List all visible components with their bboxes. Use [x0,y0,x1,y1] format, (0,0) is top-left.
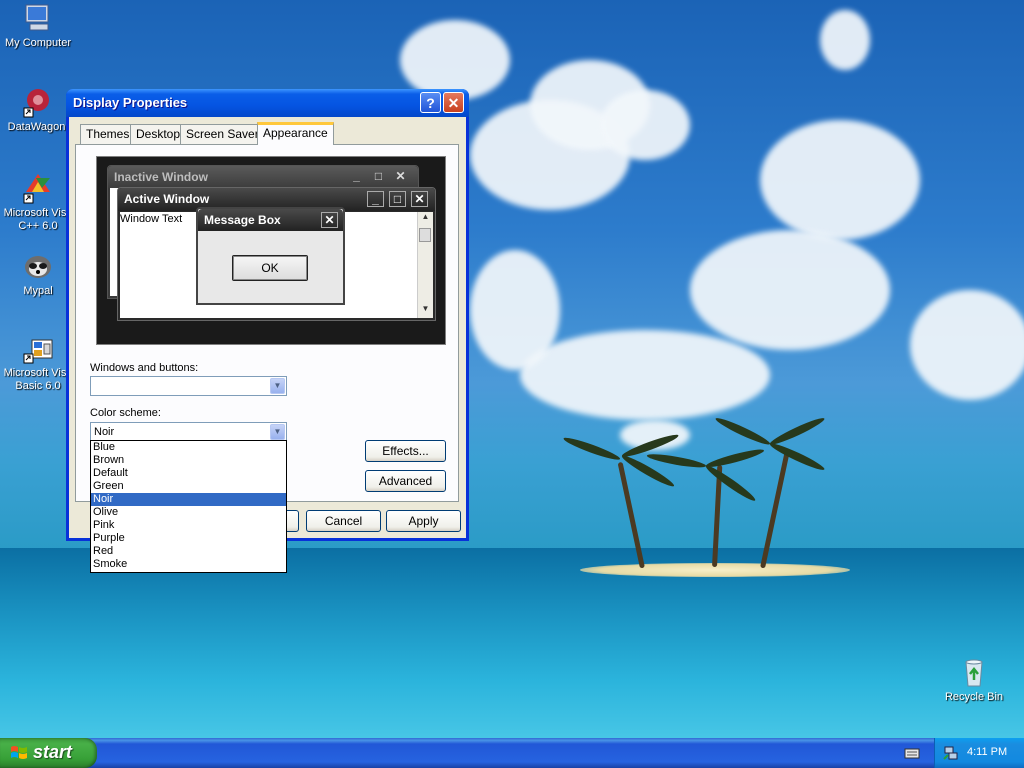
windows-buttons-label: Windows and buttons: [90,362,199,374]
recycle-bin-icon [958,656,990,688]
start-label: start [33,742,73,762]
preview-inactive-title-bar: Inactive Window _ □ ✕ [108,166,418,188]
visual-basic-icon [22,332,54,364]
color-scheme-option-noir[interactable]: Noir [91,493,286,506]
sea [0,548,1024,738]
datawagon-icon [22,86,54,118]
desktop-icon-visual-cpp[interactable]: Microsoft Visu C++ 6.0 [0,172,76,233]
taskbar: start 4:11 PM [0,738,1024,768]
advanced-button[interactable]: Advanced [365,470,446,492]
color-scheme-select[interactable]: Noir ▼ [90,422,287,442]
windows-buttons-select[interactable]: ▼ [90,376,287,396]
system-tray: 4:11 PM [934,738,1024,768]
palm-frond [704,446,765,470]
keyboard-icon[interactable] [904,746,920,760]
help-button[interactable]: ? [420,92,441,113]
desktop-icon-label: Microsoft Visu Basic 6.0 [3,367,73,392]
color-scheme-label: Color scheme: [90,407,161,419]
apply-button[interactable]: Apply [386,510,461,532]
cloud [520,330,770,420]
tab-themes[interactable]: Themes [80,124,136,144]
desktop-icon-label: Microsoft Visu C++ 6.0 [3,207,73,232]
chevron-down-icon[interactable]: ▼ [270,378,285,394]
preview-window-text: Window Text [120,213,183,225]
palm-frond [562,434,622,463]
maximize-icon: □ [389,191,406,207]
preview-message-title: Message Box [204,213,281,227]
preview-scrollbar: ▲ ▼ [417,212,433,318]
cloud [400,20,510,100]
desktop-icon-label: Recycle Bin [944,691,1004,703]
cloud [910,290,1024,400]
tab-desktop[interactable]: Desktop [130,124,187,144]
preview-message-box: Message Box ✕ OK [196,207,345,305]
close-button[interactable]: ✕ [443,92,464,113]
color-scheme-option-blue[interactable]: Blue [91,441,286,454]
network-icon[interactable] [943,745,959,761]
cloud [600,90,690,160]
color-scheme-value: Noir [94,426,115,438]
desktop-icon-datawagon[interactable]: DataWagon. [0,86,76,134]
scroll-up-icon: ▲ [421,212,430,221]
preview-message-title-bar: Message Box ✕ [198,209,343,231]
cancel-button[interactable]: Cancel [306,510,381,532]
desktop-icon-visual-basic[interactable]: Microsoft Visu Basic 6.0 [0,332,76,393]
scroll-down-icon: ▼ [421,304,430,313]
color-scheme-option-default[interactable]: Default [91,467,286,480]
desktop-icon-my-computer[interactable]: My Computer [0,2,76,50]
color-scheme-dropdown-list[interactable]: Blue Brown Default Green Noir Olive Pink… [90,440,287,573]
desktop-icon-recycle-bin[interactable]: Recycle Bin [936,656,1012,704]
start-button[interactable]: start [0,738,97,768]
windows-logo-icon [10,745,28,761]
my-computer-icon [22,2,54,34]
cloud [690,230,890,350]
close-icon: ✕ [411,191,428,207]
mypal-icon [22,250,54,282]
preview-inactive-title: Inactive Window [114,170,208,184]
color-scheme-option-pink[interactable]: Pink [91,519,286,532]
desktop-icon-label: Mypal [23,285,53,297]
cloud [820,10,870,70]
desktop-icon-label: DataWagon. [7,121,69,133]
palm-frond [703,462,758,504]
palm-frond [646,451,707,470]
minimize-icon: _ [367,191,384,207]
palm-frond [713,415,772,448]
window-title: Display Properties [73,95,188,110]
effects-button[interactable]: Effects... [365,440,446,462]
visual-cpp-icon [22,172,54,204]
color-scheme-option-purple[interactable]: Purple [91,532,286,545]
desktop-icon-mypal[interactable]: Mypal [0,250,76,298]
palm-frond [768,415,827,448]
cloud [470,250,560,370]
color-scheme-option-green[interactable]: Green [91,480,286,493]
tab-screen-saver[interactable]: Screen Saver [180,124,265,144]
cloud [760,120,920,240]
appearance-preview: Inactive Window _ □ ✕ Active Window _ □ [96,156,446,345]
preview-ok-button: OK [232,255,308,281]
palm-frond [768,440,827,473]
desktop: My Computer DataWagon. Microsoft Visu C+… [0,0,1024,768]
clock[interactable]: 4:11 PM [967,746,1007,758]
desktop-icon-label: My Computer [4,37,72,49]
preview-active-title: Active Window [124,192,210,206]
close-icon: ✕ [395,169,406,183]
color-scheme-option-red[interactable]: Red [91,545,286,558]
close-icon: ✕ [321,212,338,228]
chevron-down-icon[interactable]: ▼ [270,424,285,440]
minimize-icon: _ [353,169,360,183]
color-scheme-option-smoke[interactable]: Smoke [91,558,286,571]
color-scheme-option-olive[interactable]: Olive [91,506,286,519]
maximize-icon: □ [374,169,383,183]
scroll-thumb [419,228,431,242]
color-scheme-option-brown[interactable]: Brown [91,454,286,467]
title-bar[interactable]: Display Properties ? ✕ [66,89,469,117]
tab-appearance[interactable]: Appearance [257,122,334,145]
